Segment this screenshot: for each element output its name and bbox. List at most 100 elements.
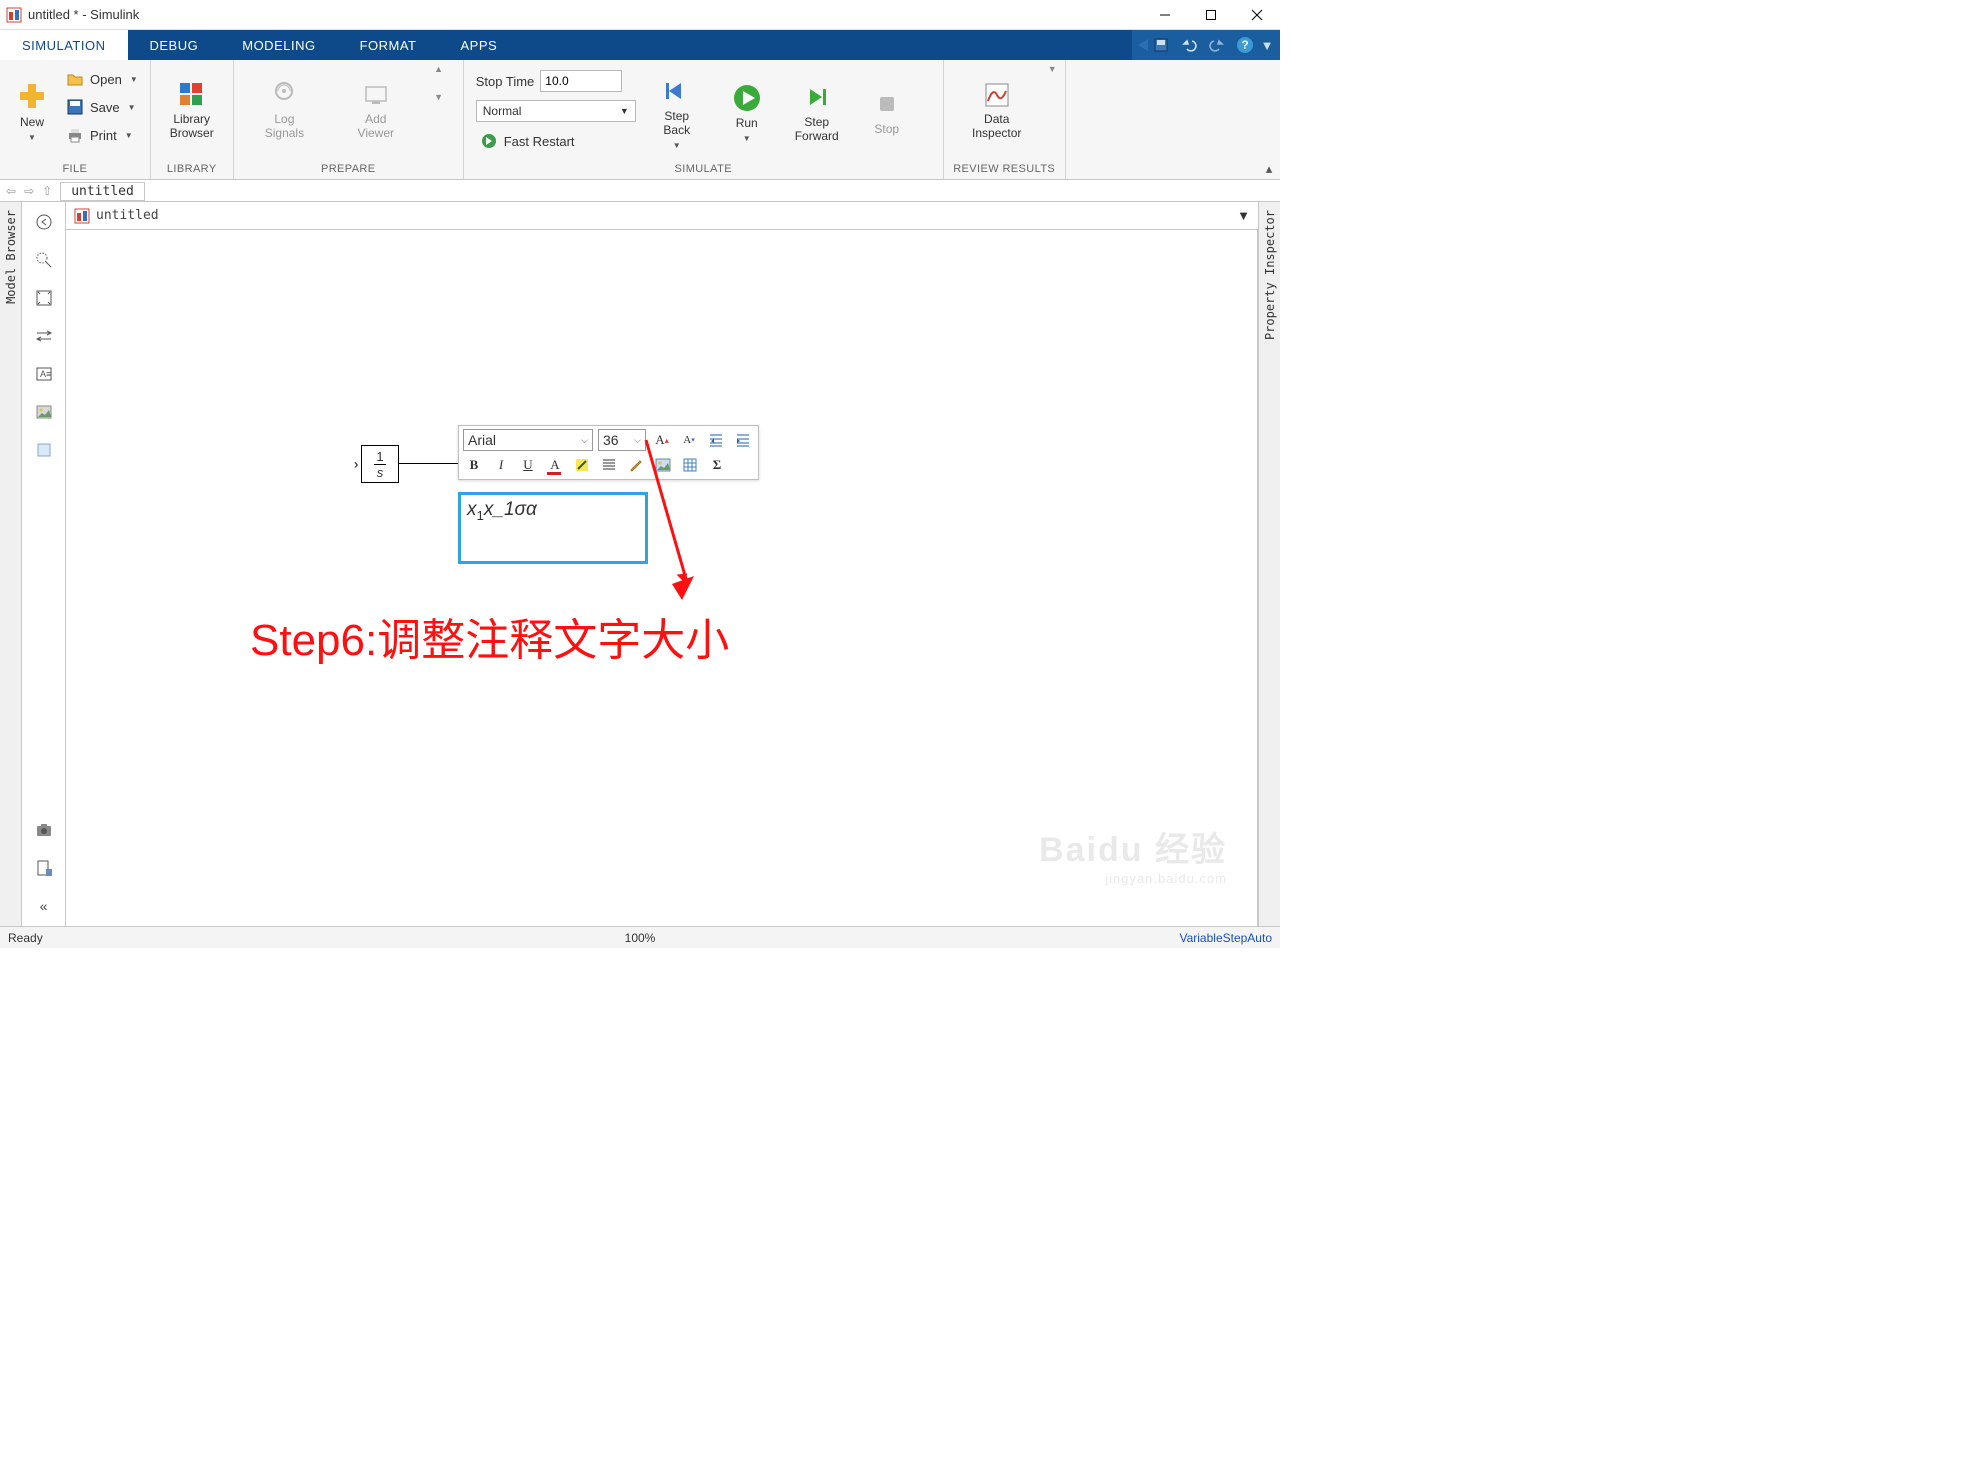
fast-restart-button[interactable]: Fast Restart xyxy=(476,128,636,154)
sim-mode-select[interactable]: Normal▼ xyxy=(476,100,636,122)
ribbon: New▼ Open▼ Save▼ Print▼ FILE Library Bro… xyxy=(0,60,1280,180)
bold-button[interactable]: B xyxy=(463,454,485,476)
group-file: New▼ Open▼ Save▼ Print▼ FILE xyxy=(0,60,151,179)
italic-button[interactable]: I xyxy=(490,454,512,476)
hide-browser-button[interactable] xyxy=(30,208,58,236)
undo-button[interactable] xyxy=(1176,32,1202,58)
titlebar: untitled * - Simulink xyxy=(0,0,1280,30)
breadcrumb-text[interactable]: untitled xyxy=(96,208,159,223)
brush-button[interactable] xyxy=(625,454,647,476)
block-input-port-icon[interactable]: › xyxy=(354,457,358,472)
property-inspector-tab[interactable]: Property Inspector xyxy=(1258,202,1280,926)
add-viewer-button[interactable]: Add Viewer xyxy=(343,64,409,158)
window-title: untitled * - Simulink xyxy=(28,7,1142,22)
new-button[interactable]: New▼ xyxy=(8,64,56,158)
annotation-text: x1x_1σα xyxy=(467,499,537,520)
annotation-format-toolbar: Arial⌵ 36⌵ A▴ A▾ B I U A xyxy=(458,425,759,480)
fit-button[interactable] xyxy=(30,284,58,312)
image-button[interactable] xyxy=(30,398,58,426)
annotation-textbox[interactable]: x1x_1σα xyxy=(458,492,648,564)
watermark: Baidu 经验 jingyan.baidu.com xyxy=(1039,822,1227,886)
model-canvas[interactable]: › 1s Arial⌵ 36⌵ A▴ A▾ B I U A xyxy=(66,230,1258,926)
redo-button[interactable] xyxy=(1204,32,1230,58)
status-solver[interactable]: VariableStepAuto xyxy=(1179,931,1272,945)
log-signals-button[interactable]: Log Signals xyxy=(251,64,317,158)
quick-access-toolbar: ? ▼ xyxy=(1132,30,1280,60)
add-viewer-icon xyxy=(362,81,390,109)
group-review: Data Inspector ▼ REVIEW RESULTS xyxy=(944,60,1066,179)
library-browser-button[interactable]: Library Browser xyxy=(159,64,225,158)
tab-apps[interactable]: APPS xyxy=(439,30,520,60)
print-button[interactable]: Print▼ xyxy=(62,122,142,148)
nav-strip: ⇦ ⇨ ⇧ untitled xyxy=(0,180,1280,202)
group-simulate: Stop Time Normal▼ Fast Restart Step Back… xyxy=(464,60,944,179)
main-area: Model Browser A≡ « untitled ▼ › 1s xyxy=(0,202,1280,926)
step-back-icon xyxy=(662,76,692,106)
model-info-button[interactable] xyxy=(30,854,58,882)
tab-modeling[interactable]: MODELING xyxy=(220,30,337,60)
step-back-button[interactable]: Step Back▼ xyxy=(644,66,710,160)
decrease-font-button[interactable]: A▾ xyxy=(678,429,700,451)
nav-up-icon[interactable]: ⇧ xyxy=(42,184,52,198)
save-button[interactable] xyxy=(1148,32,1174,58)
insert-image-button[interactable] xyxy=(652,454,674,476)
close-button[interactable] xyxy=(1234,0,1280,30)
decrease-indent-button[interactable] xyxy=(705,429,727,451)
screenshot-button[interactable] xyxy=(30,816,58,844)
data-inspector-button[interactable]: Data Inspector xyxy=(952,64,1042,158)
font-color-button[interactable]: A xyxy=(544,454,566,476)
model-browser-tab[interactable]: Model Browser xyxy=(0,202,22,926)
stop-icon xyxy=(872,89,902,119)
ribbon-expand-icon[interactable]: ▴ xyxy=(1262,162,1276,176)
qat-tail-icon xyxy=(1138,39,1148,51)
tab-format[interactable]: FORMAT xyxy=(338,30,439,60)
integrator-block[interactable]: › 1s xyxy=(361,445,399,483)
help-dropdown[interactable]: ▼ xyxy=(1260,32,1274,58)
area-button[interactable] xyxy=(30,436,58,464)
collapse-palette-button[interactable]: « xyxy=(30,892,58,920)
breadcrumb-dropdown-icon[interactable]: ▼ xyxy=(1237,208,1250,223)
tab-simulation[interactable]: SIMULATION xyxy=(0,30,128,60)
increase-font-button[interactable]: A▴ xyxy=(651,429,673,451)
font-family-select[interactable]: Arial⌵ xyxy=(463,429,593,451)
stop-button[interactable]: Stop xyxy=(854,66,920,160)
svg-text:A≡: A≡ xyxy=(40,369,51,379)
nav-forward-icon[interactable]: ⇨ xyxy=(24,184,34,198)
step-forward-button[interactable]: Step Forward xyxy=(784,66,850,160)
group-label-library: LIBRARY xyxy=(167,161,217,179)
underline-button[interactable]: U xyxy=(517,454,539,476)
maximize-button[interactable] xyxy=(1188,0,1234,30)
prepare-down-icon[interactable]: ▼ xyxy=(434,92,443,102)
increase-indent-button[interactable] xyxy=(732,429,754,451)
review-down-icon[interactable]: ▼ xyxy=(1048,64,1057,74)
status-zoom[interactable]: 100% xyxy=(625,931,656,945)
run-button[interactable]: Run▼ xyxy=(714,66,780,160)
group-label-review: REVIEW RESULTS xyxy=(953,161,1055,179)
equation-button[interactable]: Σ xyxy=(706,454,728,476)
highlight-button[interactable] xyxy=(571,454,593,476)
folder-open-icon xyxy=(66,70,84,88)
insert-table-button[interactable] xyxy=(679,454,701,476)
svg-text:?: ? xyxy=(1241,38,1248,52)
canvas-palette: A≡ « xyxy=(22,202,66,926)
save-icon xyxy=(66,98,84,116)
annotation-button[interactable]: A≡ xyxy=(30,360,58,388)
open-button[interactable]: Open▼ xyxy=(62,66,142,92)
model-tab[interactable]: untitled xyxy=(60,182,145,201)
breadcrumb: untitled ▼ xyxy=(66,202,1258,230)
toggle-sample-time-button[interactable] xyxy=(30,322,58,350)
save-button-ribbon[interactable]: Save▼ xyxy=(62,94,142,120)
signal-wire[interactable] xyxy=(399,463,459,464)
minimize-button[interactable] xyxy=(1142,0,1188,30)
zoom-button[interactable] xyxy=(30,246,58,274)
stop-time-input[interactable] xyxy=(540,70,622,92)
step-forward-icon xyxy=(802,82,832,112)
help-button[interactable]: ? xyxy=(1232,32,1258,58)
font-size-select[interactable]: 36⌵ xyxy=(598,429,646,451)
prepare-up-icon[interactable]: ▲ xyxy=(434,64,443,74)
log-signals-icon xyxy=(270,81,298,109)
nav-back-icon[interactable]: ⇦ xyxy=(6,184,16,198)
tab-debug[interactable]: DEBUG xyxy=(128,30,221,60)
stop-time-label: Stop Time xyxy=(476,74,535,89)
align-button[interactable] xyxy=(598,454,620,476)
